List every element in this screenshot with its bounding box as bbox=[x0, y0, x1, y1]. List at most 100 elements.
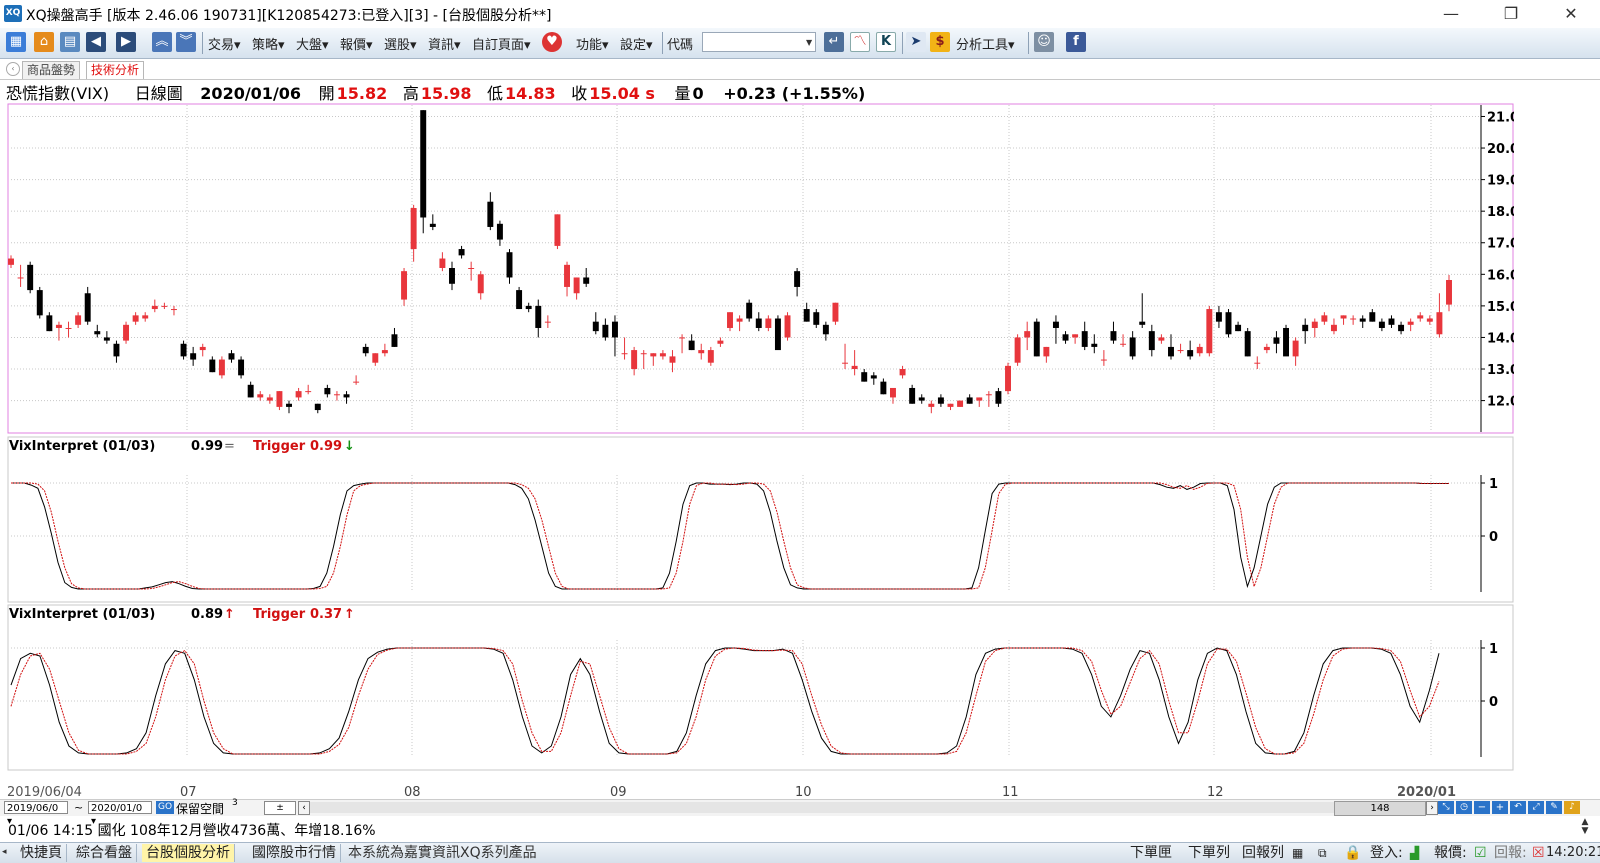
candle-body bbox=[199, 346, 206, 351]
candle-body bbox=[1014, 337, 1021, 363]
to-date-dropdown[interactable]: 2020/01/0 ▾ bbox=[88, 801, 152, 827]
candle-body bbox=[813, 312, 820, 325]
login-status-label: 登入: bbox=[1370, 845, 1403, 861]
candle-body bbox=[822, 324, 829, 335]
order-box-button[interactable]: 下單匣 bbox=[1130, 844, 1172, 862]
grid-icon[interactable]: ▦ bbox=[6, 32, 26, 52]
heart-icon[interactable]: ♥ bbox=[542, 32, 562, 52]
undo-icon[interactable]: ↶ bbox=[1510, 801, 1526, 814]
forward-arrow-icon[interactable]: ▶ bbox=[116, 32, 136, 52]
draw-tool-icon[interactable]: ✎ bbox=[1546, 801, 1562, 814]
maximize-button[interactable]: ❐ bbox=[1488, 2, 1534, 26]
tab-technical-analysis[interactable]: 技術分析 bbox=[86, 61, 145, 79]
candle-body bbox=[592, 321, 599, 332]
line-chart-icon[interactable]: 〽 bbox=[850, 32, 870, 52]
user-icon[interactable]: ☺ bbox=[1034, 32, 1054, 52]
enter-icon[interactable]: ↵ bbox=[824, 32, 844, 52]
candle-body bbox=[171, 309, 177, 311]
candle-body bbox=[1206, 309, 1213, 354]
chart-area[interactable]: 21.00 20.00 19.00 18.00 17.00 16.00 15.00 14.00… bbox=[7, 103, 1514, 802]
alert-bell-icon[interactable]: ♪ bbox=[1564, 801, 1580, 814]
candle-body bbox=[1024, 331, 1031, 338]
indicator-y-tick-label: 1 bbox=[1489, 642, 1498, 657]
tab-shortcut[interactable]: 快捷頁 bbox=[16, 844, 67, 862]
scroll-thumb[interactable]: 148 bbox=[1334, 801, 1426, 816]
high-label: 高 bbox=[402, 84, 419, 103]
candle-body bbox=[401, 271, 408, 300]
candle-body bbox=[861, 372, 868, 382]
order-bar-button[interactable]: 下單列 bbox=[1188, 844, 1230, 862]
dollar-icon[interactable]: $ bbox=[930, 32, 950, 52]
double-down-icon[interactable]: ︾ bbox=[176, 32, 196, 52]
report-status-label: 回報: bbox=[1494, 845, 1527, 861]
menu-settings[interactable]: 設定▾ bbox=[620, 34, 653, 53]
candle-body bbox=[679, 337, 686, 339]
from-date-dropdown[interactable]: 2019/06/0 ▾ bbox=[4, 801, 68, 827]
candle-body bbox=[1225, 312, 1232, 335]
layout-icon[interactable]: ▤ bbox=[60, 32, 80, 52]
menu-strategy[interactable]: 策略▾ bbox=[252, 34, 285, 53]
menu-info[interactable]: 資訊▾ bbox=[428, 34, 461, 53]
candle-body bbox=[870, 375, 877, 379]
go-button[interactable]: GO bbox=[156, 801, 174, 814]
news-status-line[interactable]: 01/06 14:15 國化 108年12月營收4736萬、年增18.16% bbox=[8, 820, 376, 840]
reserve-stepper[interactable]: ± bbox=[264, 801, 296, 815]
zoom-fit-icon[interactable]: ⤡ bbox=[1438, 801, 1454, 814]
tab-overview[interactable]: 綜合看盤 bbox=[72, 844, 137, 862]
candle-body bbox=[1158, 337, 1165, 341]
menu-quotes[interactable]: 報價▾ bbox=[340, 34, 373, 53]
volume-label: 量 bbox=[674, 84, 691, 103]
candle-body bbox=[736, 318, 743, 322]
collapse-icon[interactable]: ‹ bbox=[6, 62, 20, 76]
tab-product-overview[interactable]: 商品盤勢 bbox=[22, 61, 81, 79]
clock-icon[interactable]: ◷ bbox=[1456, 801, 1472, 814]
indicator1-trigger-arrow: ↓ bbox=[344, 439, 355, 454]
candle-body bbox=[1081, 331, 1088, 347]
status-scroll-icon[interactable]: ▲ ▼ bbox=[1578, 818, 1592, 836]
price-y-tick-label: 21.00 bbox=[1487, 110, 1514, 125]
candle-body bbox=[161, 305, 168, 307]
lock-icon[interactable]: 🔒 bbox=[1344, 844, 1361, 862]
menu-function[interactable]: 功能▾ bbox=[576, 34, 609, 53]
back-arrow-icon[interactable]: ◀ bbox=[86, 32, 106, 52]
expand-icon[interactable]: ⤢ bbox=[1528, 801, 1544, 814]
candle-body bbox=[1321, 315, 1328, 322]
candle-body bbox=[1398, 324, 1405, 332]
home-icon[interactable]: ⌂ bbox=[34, 32, 54, 52]
tab-scroll-icon[interactable]: ◂ bbox=[2, 847, 7, 857]
tab-international-markets[interactable]: 國際股市行情 bbox=[248, 844, 341, 862]
candle-body bbox=[794, 271, 801, 287]
candle-body bbox=[36, 290, 43, 316]
k-line-icon[interactable]: K bbox=[876, 32, 896, 52]
candle-body bbox=[276, 391, 283, 407]
double-up-icon[interactable]: ︽ bbox=[152, 32, 172, 52]
tab-stock-analysis[interactable]: 台股個股分析 bbox=[142, 844, 235, 862]
reserve-space-value[interactable]: 3 bbox=[232, 798, 238, 808]
zoom-out-icon[interactable]: − bbox=[1474, 801, 1490, 814]
horizontal-scrollbar[interactable] bbox=[310, 802, 1334, 813]
menu-analysis-tools[interactable]: 分析工具▾ bbox=[956, 34, 1015, 53]
zoom-in-icon[interactable]: + bbox=[1492, 801, 1508, 814]
menu-custom-page[interactable]: 自訂頁面▾ bbox=[472, 34, 531, 53]
low-value: 14.83 bbox=[505, 84, 556, 103]
price-y-tick-label: 19.00 bbox=[1487, 174, 1514, 189]
candle-body bbox=[1005, 365, 1011, 392]
candle-body bbox=[142, 315, 149, 319]
indicator1-name: VixInterpret (01/03) bbox=[9, 439, 155, 454]
calculator-icon[interactable]: ▦ bbox=[1292, 844, 1303, 862]
menu-market[interactable]: 大盤▾ bbox=[296, 34, 329, 53]
facebook-icon[interactable]: f bbox=[1066, 32, 1086, 52]
chevron-down-icon[interactable]: ▼ bbox=[806, 38, 812, 47]
candle-body bbox=[1110, 331, 1117, 341]
close-button[interactable]: ✕ bbox=[1548, 2, 1594, 26]
scroll-right-button[interactable]: › bbox=[1426, 801, 1438, 815]
report-bar-button[interactable]: 回報列 bbox=[1242, 844, 1284, 862]
menu-screener[interactable]: 選股▾ bbox=[384, 34, 417, 53]
popout-icon[interactable]: ⧉ bbox=[1318, 844, 1327, 862]
code-input[interactable] bbox=[702, 32, 816, 52]
cursor-icon[interactable]: ➤ bbox=[906, 32, 926, 52]
scroll-left-button[interactable]: ‹ bbox=[298, 801, 310, 815]
candle-body bbox=[1292, 340, 1299, 357]
minimize-button[interactable]: — bbox=[1428, 2, 1474, 26]
menu-trade[interactable]: 交易▾ bbox=[208, 34, 241, 53]
